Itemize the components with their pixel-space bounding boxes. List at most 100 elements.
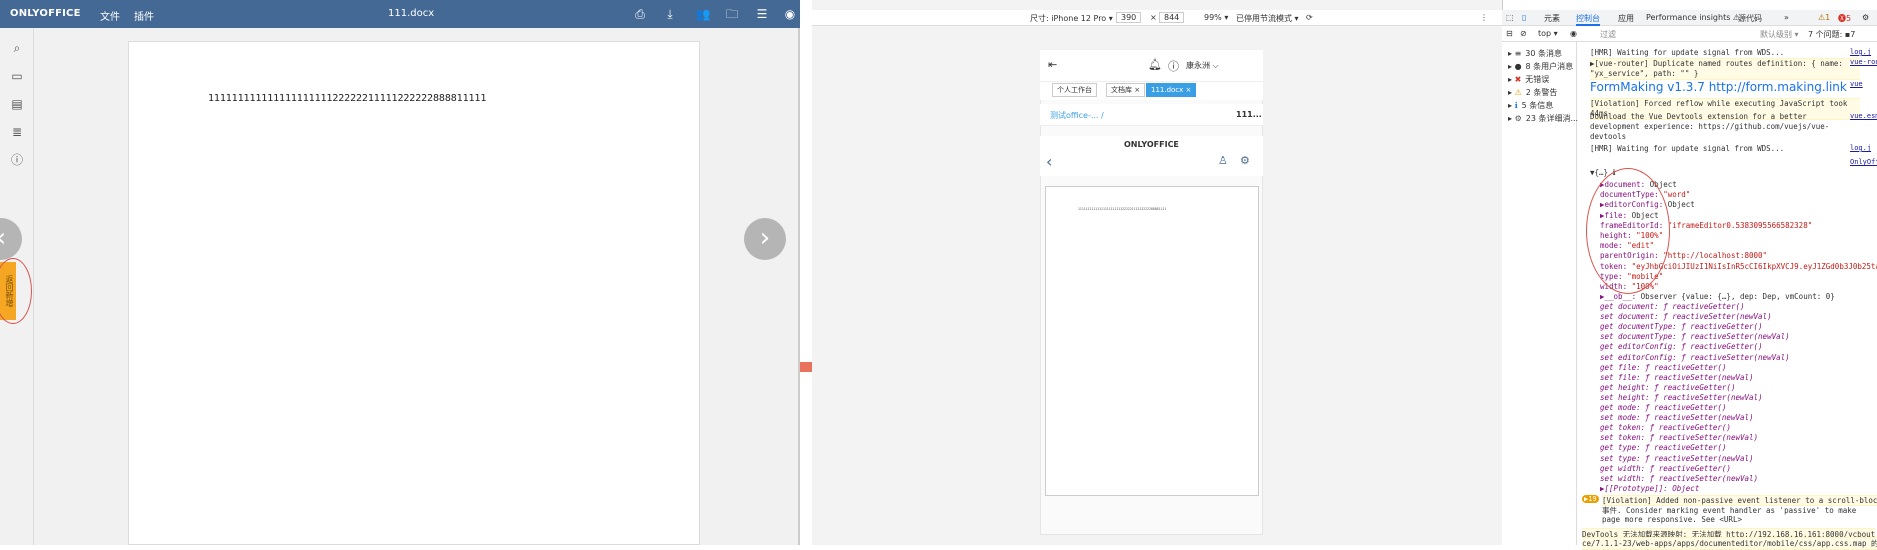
user-menu[interactable]: 康永洲 ⌵ [1186, 60, 1219, 71]
breadcrumb-link[interactable]: 测试office-... / [1050, 110, 1104, 121]
sidebar-item[interactable]: ▸ ● 8 条用户消息 [1508, 61, 1573, 72]
tab-elements[interactable]: 元素 [1544, 13, 1560, 24]
console-source-link[interactable]: vue [1850, 80, 1863, 88]
dimension-separator: × [1150, 13, 1157, 22]
tab-sources[interactable]: 源代码 [1738, 13, 1762, 24]
sidebar-item[interactable]: ▸ ✖ 无错误 [1508, 74, 1549, 85]
accessor-entry[interactable]: get documentType: ƒ reactiveGetter() [1600, 322, 1763, 331]
document-body-text[interactable]: 1111111111111111111112222221111122222288… [208, 93, 486, 104]
info-icon[interactable]: ⓘ [9, 152, 25, 168]
accessor-entry[interactable]: get file: ƒ reactiveGetter() [1600, 363, 1726, 372]
sidebar-item[interactable]: ▸ ⚠ 2 条警告 [1508, 87, 1557, 98]
accessor-entry[interactable]: get document: ƒ reactiveGetter() [1600, 302, 1745, 311]
accessor-entry[interactable]: get height: ƒ reactiveGetter() [1600, 383, 1735, 392]
tab-application[interactable]: 应用 [1618, 13, 1634, 24]
tab-performance[interactable]: Performance insights ⚠ [1646, 13, 1740, 22]
phone-breadcrumb: 测试office-... / 111... [1040, 104, 1263, 126]
settings-icon[interactable]: ⚙ [1862, 13, 1869, 22]
more-icon[interactable]: ⋮ [1480, 13, 1488, 22]
error-badge[interactable]: 🅧5 [1838, 13, 1851, 24]
sidebar-item[interactable]: ▸ ⚙ 23 条详细消... [1508, 113, 1578, 124]
accessor-entry[interactable]: set file: ƒ reactiveSetter(newVal) [1600, 373, 1754, 382]
accessor-entry[interactable]: set type: ƒ reactiveSetter(newVal) [1600, 454, 1754, 463]
print-icon[interactable]: ⎙ [632, 6, 648, 22]
console-source-link[interactable]: log.j [1850, 144, 1871, 152]
device-icon[interactable]: ▯ [1522, 13, 1526, 22]
width-input[interactable]: 390 [1116, 12, 1142, 23]
tab-library[interactable]: 文档库 × [1106, 83, 1146, 97]
comment-icon[interactable]: ▭ [9, 68, 25, 84]
tab-workbench[interactable]: 个人工作台 [1052, 83, 1097, 97]
zoom-select[interactable]: 99% ▾ [1204, 13, 1228, 22]
accessor-entry[interactable]: get width: ƒ reactiveGetter() [1600, 464, 1731, 473]
accessor-entry[interactable]: get mode: ƒ reactiveGetter() [1600, 403, 1726, 412]
users-icon[interactable]: 👥 [692, 6, 714, 22]
context-select[interactable]: top ▾ [1538, 29, 1558, 38]
tab-more[interactable]: » [1784, 13, 1789, 22]
rotate-icon[interactable]: ⟳ [1306, 13, 1313, 22]
levels-select[interactable]: 默认级别 ▾ [1760, 29, 1799, 40]
accessor-entry[interactable]: set mode: ƒ reactiveSetter(newVal) [1600, 413, 1754, 422]
accessor-entry[interactable]: set editorConfig: ƒ reactiveSetter(newVa… [1600, 353, 1790, 362]
menu-plugins[interactable]: 插件 [134, 8, 154, 23]
collapse-icon[interactable]: ⇤ [1048, 58, 1057, 71]
console-violation-line[interactable]: page more responsive. See <URL> [1602, 515, 1742, 524]
filter-input[interactable]: 过滤 [1600, 29, 1616, 40]
accessor-entry[interactable]: set height: ƒ reactiveSetter(newVal) [1600, 393, 1763, 402]
sidebar-item[interactable]: ▸ ℹ5 条信息 [1508, 100, 1553, 111]
accessor-entry[interactable]: get token: ƒ reactiveGetter() [1600, 423, 1731, 432]
user-icon[interactable]: ♙ [1218, 154, 1228, 167]
settings-icon[interactable]: ⚙ [1240, 154, 1250, 167]
download-icon[interactable]: ⤓ [662, 6, 678, 22]
eye-icon[interactable]: ◉ [1570, 29, 1577, 38]
warning-badge[interactable]: ⚠1 [1818, 13, 1830, 22]
search-icon[interactable]: ⌕ [9, 40, 25, 56]
throttle-select[interactable]: 已停用节流模式 ▾ [1236, 13, 1299, 24]
onlyoffice-editor-window: ONLYOFFICE 文件 插件 111.docx ⎙ ⤓ 👥 🗀 ☰ ◉ ⌕ … [0, 0, 800, 545]
devtools-warning-line[interactable]: ce/7.1.1-23/web-apps/apps/documenteditor… [1582, 537, 1877, 550]
console-source-link[interactable]: log.j [1850, 48, 1871, 56]
breadcrumb-current: 111... [1236, 110, 1262, 119]
menu-file[interactable]: 文件 [100, 8, 120, 23]
accessor-entry[interactable]: get type: ƒ reactiveGetter() [1600, 443, 1726, 452]
menu-icon[interactable]: ☰ [754, 6, 770, 22]
accessor-entry[interactable]: set documentType: ƒ reactiveSetter(newVa… [1600, 332, 1790, 341]
folder-icon[interactable]: 🗀 [724, 6, 740, 22]
accessor-entry[interactable]: set width: ƒ reactiveSetter(newVal) [1600, 474, 1758, 483]
console-message[interactable]: ▶[vue-router] Duplicate named routes def… [1590, 58, 1860, 80]
help-icon[interactable]: ⓘ [1168, 58, 1179, 74]
console-source-link[interactable]: vue.esm.js: [1850, 112, 1877, 120]
sidebar-toggle-icon[interactable]: ⊟ [1506, 29, 1513, 38]
navigation-icon[interactable]: ≣ [9, 124, 25, 140]
sidebar-item[interactable]: ▸ ≡ 30 条消息 [1508, 48, 1562, 59]
tab-111-docx[interactable]: 111.docx × [1146, 83, 1197, 97]
height-input[interactable]: 844 [1159, 12, 1185, 23]
phone-document[interactable]: 1111111111111111111111122222111112222288… [1045, 186, 1259, 496]
console-source-link[interactable]: vue-router.esm.j [1850, 58, 1877, 66]
device-select[interactable]: 尺寸: iPhone 12 Pro ▾ [1030, 13, 1113, 24]
accessor-entry[interactable]: set token: ƒ reactiveSetter(newVal) [1600, 433, 1758, 442]
tab-console[interactable]: 控制台 [1576, 13, 1600, 26]
issues-count[interactable]: 7 个问题: ▪7 [1808, 29, 1855, 40]
bell-icon[interactable]: 🔔︎ [1148, 58, 1162, 71]
console-filter-bar: ⊟ ⊘ top ▾ ◉ 过滤 默认级别 ▾ 7 个问题: ▪7 [1502, 26, 1877, 42]
back-icon[interactable]: ‹ [1046, 152, 1052, 171]
property-value: "iframeEditor0.5383095566582328" [1667, 220, 1813, 230]
chat-icon[interactable]: ▤ [9, 96, 25, 112]
console-message[interactable]: [HMR] Waiting for update signal from WDS… [1590, 48, 1860, 58]
user-icon[interactable]: ◉ [782, 6, 798, 22]
console-message[interactable]: FormMaking v1.3.7 http://form.making.lin… [1590, 80, 1847, 94]
clear-icon[interactable]: ⊘ [1520, 29, 1527, 38]
accessor-entry[interactable]: get editorConfig: ƒ reactiveGetter() [1600, 342, 1763, 351]
console-source-link[interactable]: OnlyOffice.vue [1850, 158, 1877, 166]
inspect-icon[interactable]: ⬚ [1506, 13, 1514, 22]
console-message[interactable]: Download the Vue Devtools extension for … [1590, 112, 1860, 142]
next-arrow-icon[interactable]: › [744, 218, 786, 260]
object-property[interactable]: ▶__ob__: Observer {value: {…}, dep: Dep,… [1600, 292, 1835, 301]
sidebar-item-icon: ⚙ [1514, 114, 1522, 123]
document-page[interactable] [128, 41, 700, 545]
accessor-entry[interactable]: ▶[[Prototype]]: Object [1600, 484, 1699, 493]
red-marker [800, 362, 812, 372]
console-message[interactable]: [HMR] Waiting for update signal from WDS… [1590, 144, 1860, 154]
accessor-entry[interactable]: set document: ƒ reactiveSetter(newVal) [1600, 312, 1772, 321]
